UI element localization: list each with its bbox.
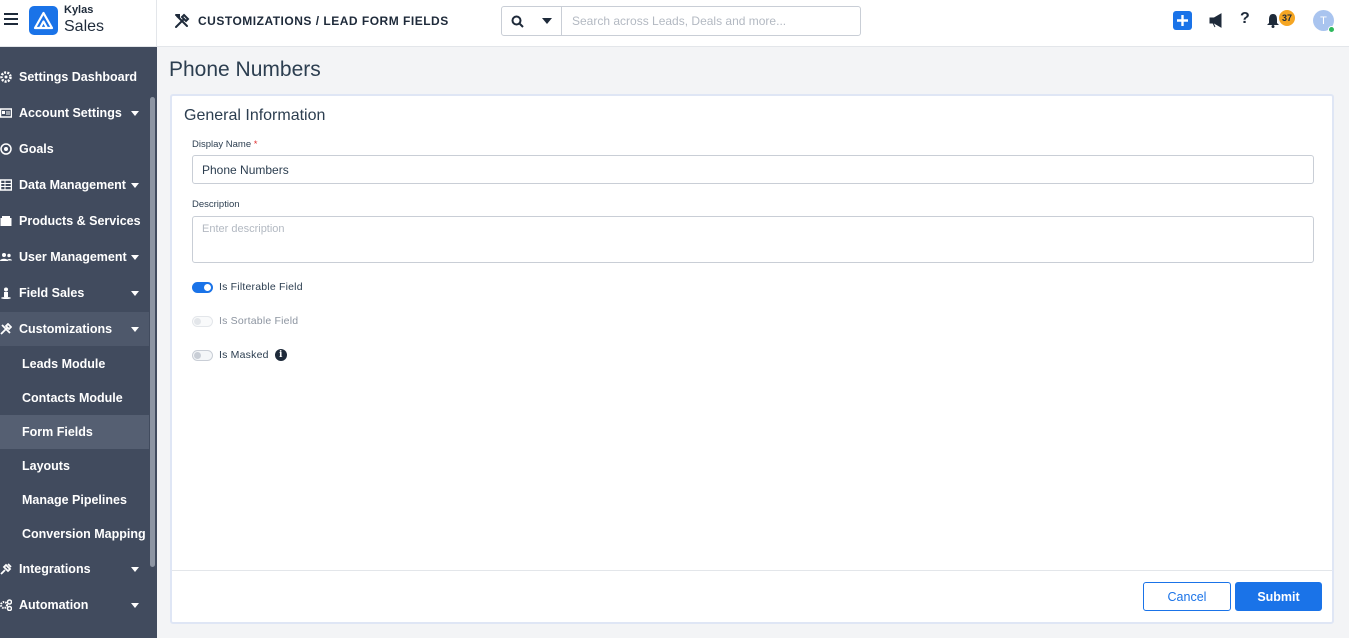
caret-down-icon bbox=[131, 291, 139, 296]
page-title: Phone Numbers bbox=[169, 58, 321, 81]
sidebar-item-integrations[interactable]: Integrations bbox=[0, 552, 149, 586]
cogs-icon bbox=[0, 599, 13, 612]
brand-name: Kylas bbox=[64, 4, 94, 16]
global-search bbox=[501, 6, 861, 36]
search-scope-dropdown[interactable] bbox=[533, 7, 562, 35]
field-form-card: General Information Display Name * Descr… bbox=[170, 94, 1334, 624]
sortable-field-label: Is Sortable Field bbox=[219, 315, 299, 327]
sidebar-subitem-manage-pipelines[interactable]: Manage Pipelines bbox=[0, 483, 149, 517]
top-bar: Kylas Sales CUSTOMIZATIONS / LEAD FORM F… bbox=[0, 0, 1349, 47]
sidebar-item-products-services[interactable]: Products & Services bbox=[0, 204, 149, 238]
person-pin-icon bbox=[0, 287, 12, 299]
sidebar-subitem-form-fields[interactable]: Form Fields bbox=[0, 415, 149, 449]
sidebar-subitem-leads-module[interactable]: Leads Module bbox=[0, 347, 149, 381]
bell-icon[interactable] bbox=[1266, 13, 1280, 28]
caret-down-icon bbox=[131, 255, 139, 260]
cancel-button[interactable]: Cancel bbox=[1143, 582, 1231, 611]
online-status-dot bbox=[1328, 26, 1335, 33]
masked-field-toggle[interactable] bbox=[192, 349, 213, 361]
description-label: Description bbox=[192, 199, 240, 210]
masked-field-row: Is Masked i bbox=[192, 348, 287, 362]
caret-down-icon bbox=[131, 567, 139, 572]
filterable-field-toggle[interactable] bbox=[192, 281, 213, 293]
display-name-label: Display Name * bbox=[192, 139, 258, 150]
tools-icon bbox=[174, 13, 190, 29]
divider bbox=[172, 570, 1332, 571]
search-input[interactable] bbox=[563, 7, 859, 35]
sidebar-item-customizations[interactable]: Customizations bbox=[0, 312, 149, 346]
chevron-down-icon bbox=[542, 18, 552, 24]
gear-icon bbox=[0, 71, 12, 83]
caret-down-icon bbox=[131, 327, 139, 332]
notification-count-badge: 37 bbox=[1279, 10, 1295, 26]
sidebar-item-automation[interactable]: Automation bbox=[0, 588, 149, 622]
caret-down-icon bbox=[131, 111, 139, 116]
users-icon bbox=[0, 251, 12, 263]
brand-product: Sales bbox=[64, 18, 105, 35]
help-icon[interactable]: ? bbox=[1240, 10, 1250, 28]
sidebar-item-field-sales[interactable]: Field Sales bbox=[0, 276, 149, 310]
tools-icon bbox=[0, 322, 13, 335]
sidebar: Settings Dashboard Account Settings Goal… bbox=[0, 47, 157, 638]
filterable-field-label: Is Filterable Field bbox=[219, 281, 303, 293]
sidebar-subitem-contacts-module[interactable]: Contacts Module bbox=[0, 381, 149, 415]
caret-down-icon bbox=[131, 183, 139, 188]
filterable-field-row: Is Filterable Field bbox=[192, 280, 303, 294]
id-card-icon bbox=[0, 107, 13, 119]
kylas-logo[interactable] bbox=[29, 6, 58, 35]
breadcrumb: CUSTOMIZATIONS / LEAD FORM FIELDS bbox=[198, 14, 449, 28]
submit-button[interactable]: Submit bbox=[1235, 582, 1322, 611]
info-icon[interactable]: i bbox=[274, 349, 287, 361]
sidebar-item-user-management[interactable]: User Management bbox=[0, 240, 149, 274]
sidebar-subitem-conversion-mapping[interactable]: Conversion Mapping bbox=[0, 517, 149, 551]
sidebar-item-data-management[interactable]: Data Management bbox=[0, 168, 149, 202]
sidebar-item-settings-dashboard[interactable]: Settings Dashboard bbox=[0, 60, 149, 94]
sortable-field-toggle[interactable] bbox=[192, 315, 213, 327]
menu-icon[interactable] bbox=[4, 13, 18, 27]
caret-down-icon bbox=[131, 603, 139, 608]
box-icon bbox=[0, 215, 12, 227]
description-textarea[interactable] bbox=[192, 216, 1314, 263]
sidebar-item-goals[interactable]: Goals bbox=[0, 132, 149, 166]
divider bbox=[156, 0, 157, 47]
search-icon[interactable] bbox=[502, 7, 533, 35]
sidebar-scrollbar[interactable] bbox=[150, 97, 155, 567]
table-icon bbox=[0, 179, 13, 191]
sidebar-item-account-settings[interactable]: Account Settings bbox=[0, 96, 149, 130]
sidebar-subitem-layouts[interactable]: Layouts bbox=[0, 449, 149, 483]
plug-icon bbox=[0, 563, 12, 575]
masked-field-label: Is Masked bbox=[219, 349, 269, 361]
target-icon bbox=[0, 143, 12, 155]
section-title: General Information bbox=[184, 107, 326, 124]
add-icon[interactable] bbox=[1173, 11, 1192, 30]
display-name-input[interactable] bbox=[192, 155, 1314, 184]
megaphone-icon[interactable] bbox=[1209, 13, 1224, 28]
sortable-field-row: Is Sortable Field bbox=[192, 314, 298, 328]
required-asterisk: * bbox=[253, 139, 258, 150]
